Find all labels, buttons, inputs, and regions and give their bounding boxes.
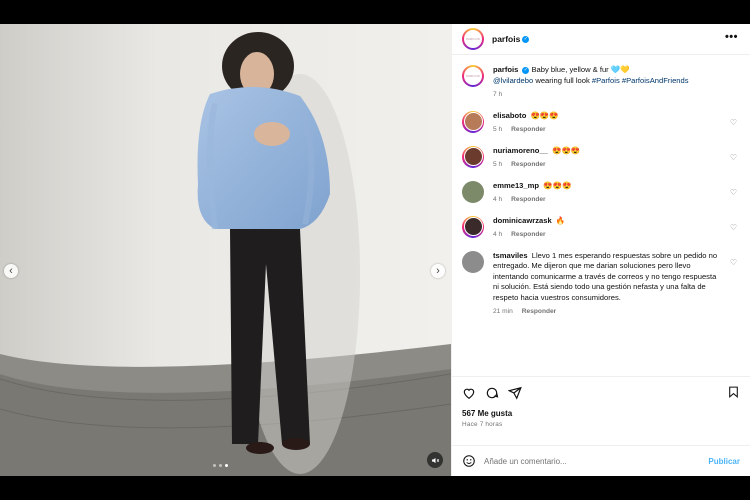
- comment-text: 😍😍😍: [543, 180, 572, 190]
- add-comment-bar: Añade un comentario... Publicar: [452, 445, 750, 476]
- comment-input[interactable]: Añade un comentario...: [484, 457, 708, 466]
- likes-count[interactable]: 567 Me gusta: [462, 409, 740, 418]
- comment-avatar[interactable]: [462, 250, 484, 273]
- comment-time: 5 h: [493, 161, 503, 168]
- comment-time: 4 h: [493, 231, 503, 238]
- caption-mid-text: wearing full look: [533, 75, 592, 85]
- slide-dot-active: [225, 464, 228, 467]
- comment-like-heart-icon[interactable]: ♡: [730, 188, 737, 197]
- caption-time: 7 h: [493, 91, 503, 98]
- slide-indicator: [213, 464, 228, 467]
- comment-username[interactable]: nuriamoreno__: [493, 146, 548, 155]
- comment-avatar[interactable]: [462, 180, 484, 203]
- caption-username[interactable]: parfois: [493, 65, 518, 74]
- post-photo: [0, 24, 451, 476]
- comment-item: tsmaviles Llevo 1 mes esperando respuest…: [462, 250, 740, 318]
- comment-container: elisaboto 😍😍😍 5 h Responder ♡ nuriamoreno…: [462, 110, 740, 318]
- comment-avatar[interactable]: [462, 110, 484, 133]
- caption-body: parfois ✓ Baby blue, yellow & fur 🩵💛 @lvi…: [493, 65, 723, 101]
- comment-username[interactable]: tsmaviles: [493, 251, 528, 260]
- post-media[interactable]: ‹ ›: [0, 24, 451, 476]
- comment-icon[interactable]: [485, 386, 499, 400]
- caption-mention[interactable]: @lvilardebo: [493, 76, 533, 85]
- comment-body: dominicawrzask 🔥 4 h Responder: [493, 216, 723, 241]
- comment-time: 5 h: [493, 126, 503, 133]
- mute-button[interactable]: [427, 452, 443, 468]
- comment-item: nuriamoreno__ 😍😍😍 5 h Responder ♡: [462, 145, 740, 171]
- post-sidebar: PARFOIS parfois ✓ ••• PARFOIS parfois ✓ B…: [451, 24, 750, 476]
- speaker-muted-icon: [431, 457, 439, 463]
- avatar-logo: PARFOIS: [464, 67, 482, 85]
- comment-like-heart-icon[interactable]: ♡: [730, 258, 737, 267]
- reply-button[interactable]: Responder: [511, 196, 545, 203]
- comment-item: dominicawrzask 🔥 4 h Responder ♡: [462, 215, 740, 241]
- reply-button[interactable]: Responder: [522, 308, 556, 315]
- more-options-icon[interactable]: •••: [725, 32, 738, 43]
- reply-button[interactable]: Responder: [511, 126, 545, 133]
- caption-avatar[interactable]: PARFOIS: [462, 65, 484, 87]
- chevron-left-icon: ‹: [9, 265, 13, 277]
- post-header: PARFOIS parfois ✓ •••: [452, 24, 750, 55]
- avatar-image: [463, 112, 483, 131]
- caption-text: Baby blue, yellow & fur 🩵💛: [531, 65, 630, 74]
- next-slide-button[interactable]: ›: [431, 264, 445, 278]
- comment-username[interactable]: elisaboto: [493, 111, 526, 120]
- comment-like-heart-icon[interactable]: ♡: [730, 153, 737, 162]
- slide-dot: [219, 464, 222, 467]
- comment-body: tsmaviles Llevo 1 mes esperando respuest…: [493, 251, 723, 318]
- share-icon[interactable]: [508, 386, 522, 400]
- verified-icon: ✓: [522, 35, 530, 43]
- comment-meta: 21 min Responder: [493, 307, 723, 318]
- caption: PARFOIS parfois ✓ Baby blue, yellow & fur…: [462, 65, 740, 101]
- chevron-right-icon: ›: [436, 265, 440, 277]
- comment-meta: 5 h Responder: [493, 160, 723, 171]
- reply-button[interactable]: Responder: [511, 161, 545, 168]
- post-modal: ‹ › PARFOIS parfois ✓ ••• PARFOIS parfoi…: [0, 24, 750, 476]
- slide-dot: [213, 464, 216, 467]
- comment-username[interactable]: emme13_mp: [493, 181, 539, 190]
- comment-like-heart-icon[interactable]: ♡: [730, 118, 737, 127]
- comment-meta: 4 h Responder: [493, 195, 723, 206]
- caption-hashtags[interactable]: #Parfois #ParfoisAndFriends: [592, 76, 689, 85]
- comment-text: 🔥: [555, 215, 566, 225]
- comment-avatar[interactable]: [462, 215, 484, 238]
- avatar-logo: PARFOIS: [464, 30, 482, 48]
- account-avatar[interactable]: PARFOIS: [462, 28, 484, 50]
- comment-body: elisaboto 😍😍😍 5 h Responder: [493, 111, 723, 136]
- post-actions: 567 Me gusta Hace 7 horas: [452, 376, 750, 445]
- comment-body: nuriamoreno__ 😍😍😍 5 h Responder: [493, 146, 723, 171]
- post-time: Hace 7 horas: [462, 421, 503, 428]
- comment-time: 4 h: [493, 196, 503, 203]
- comment-avatar[interactable]: [462, 145, 484, 168]
- action-icons: [462, 385, 740, 401]
- comment-item: elisaboto 😍😍😍 5 h Responder ♡: [462, 110, 740, 136]
- emoji-icon[interactable]: [462, 454, 476, 468]
- comments-list: PARFOIS parfois ✓ Baby blue, yellow & fur…: [452, 55, 750, 376]
- previous-slide-button[interactable]: ‹: [4, 264, 18, 278]
- comment-body: emme13_mp 😍😍😍 4 h Responder: [493, 181, 723, 206]
- comment-meta: 5 h Responder: [493, 125, 723, 136]
- like-heart-icon[interactable]: [462, 386, 476, 400]
- comment-like-heart-icon[interactable]: ♡: [730, 223, 737, 232]
- publish-button[interactable]: Publicar: [708, 457, 740, 466]
- reply-button[interactable]: Responder: [511, 231, 545, 238]
- comment-text: 😍😍😍: [530, 110, 559, 120]
- comment-time: 21 min: [493, 308, 513, 315]
- comment-meta: 4 h Responder: [493, 230, 723, 241]
- avatar-image: [463, 147, 483, 166]
- save-bookmark-icon[interactable]: [727, 385, 740, 399]
- verified-icon: ✓: [522, 66, 530, 74]
- account-username[interactable]: parfois: [492, 34, 520, 44]
- comment-text: 😍😍😍: [551, 145, 581, 155]
- comment-item: emme13_mp 😍😍😍 4 h Responder ♡: [462, 180, 740, 206]
- caption-meta: 7 h: [493, 90, 723, 101]
- avatar-image: [463, 217, 483, 236]
- comment-username[interactable]: dominicawrzask: [493, 216, 552, 225]
